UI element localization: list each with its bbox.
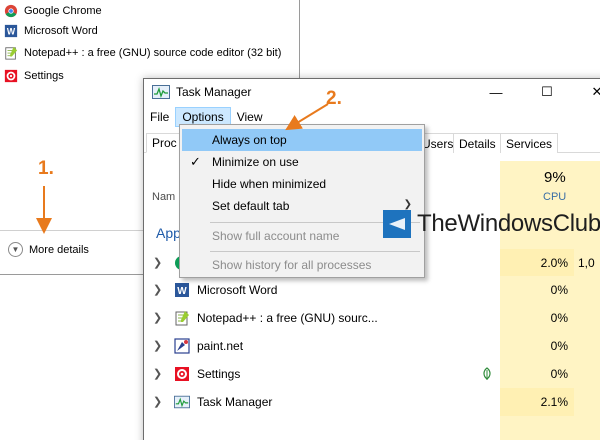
annotation-arrows [36,103,329,234]
arrow-to-always-on-top [285,103,329,131]
